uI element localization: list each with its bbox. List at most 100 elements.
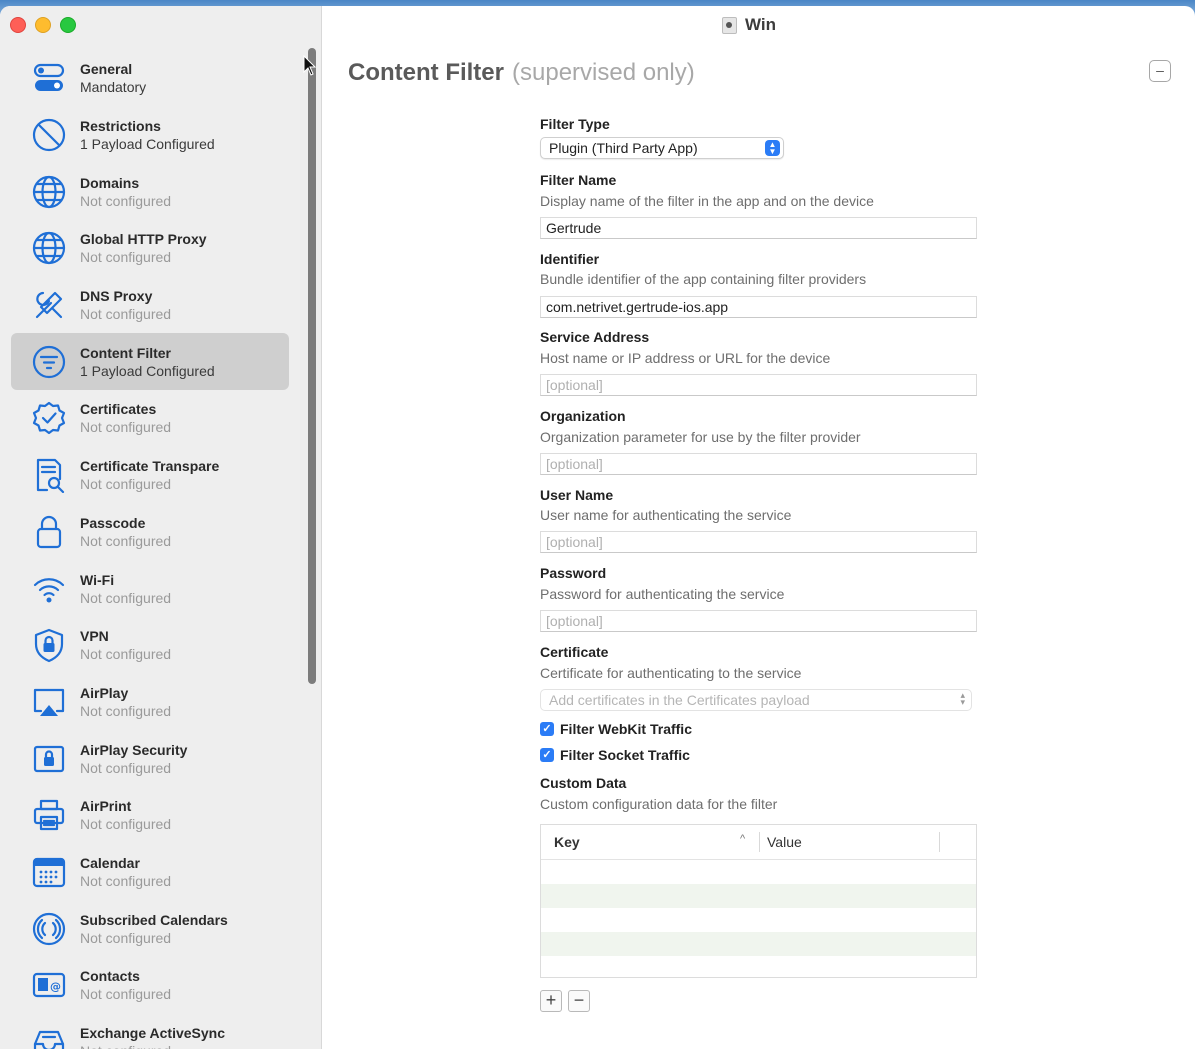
sidebar-item-domains[interactable]: Domains Not configured <box>0 163 306 220</box>
organization-description: Organization parameter for use by the fi… <box>540 429 861 445</box>
sidebar-item-status: Not configured <box>80 476 172 493</box>
sidebar-item-restrictions[interactable]: Restrictions 1 Payload Configured <box>0 107 306 164</box>
sidebar-item-passcode[interactable]: Passcode Not configured <box>0 504 306 561</box>
sidebar-item-status: Not configured <box>80 646 172 663</box>
sidebar-item-status: Not configured <box>80 249 172 266</box>
identifier-field[interactable]: com.netrivet.gertrude-ios.app <box>540 296 977 318</box>
sidebar-item-calendar[interactable]: Calendar Not configured <box>0 844 306 901</box>
sidebar-item-text: AirPlay Security Not configured <box>80 741 236 777</box>
sidebar-item-text: Domains Not configured <box>80 174 236 210</box>
user-name-field[interactable]: [optional] <box>540 531 977 553</box>
sidebar-item-text: Passcode Not configured <box>80 514 236 550</box>
tools-icon <box>29 285 69 325</box>
sidebar-item-content-filter[interactable]: Content Filter 1 Payload Configured <box>0 333 306 390</box>
checkmark-icon: ✓ <box>540 748 554 762</box>
filter-type-select[interactable]: Plugin (Third Party App) ▲ ▼ <box>540 137 784 159</box>
custom-data-description: Custom configuration data for the filter <box>540 796 778 812</box>
sidebar-item-text: Subscribed Calendars Not configured <box>80 911 236 947</box>
service-address-description: Host name or IP address or URL for the d… <box>540 350 831 366</box>
sidebar-item-text: AirPlay Not configured <box>80 684 236 720</box>
minimize-window-button[interactable] <box>35 17 51 33</box>
payload-list: General Mandatory Restrictions 1 Payload Co… <box>0 50 306 1049</box>
collapse-button[interactable]: – <box>1149 60 1171 82</box>
sidebar-item-vpn[interactable]: VPN Not configured <box>0 617 306 674</box>
filter-name-field[interactable]: Gertrude <box>540 217 977 239</box>
sidebar-item-label: Global HTTP Proxy <box>80 231 207 248</box>
sidebar-item-global-http-proxy[interactable]: Global HTTP Proxy Not configured <box>0 220 306 277</box>
sidebar-item-text: Global HTTP Proxy Not configured <box>80 230 236 266</box>
sidebar-item-airprint[interactable]: AirPrint Not configured <box>0 787 306 844</box>
sidebar-item-status: Not configured <box>80 702 172 719</box>
sidebar-item-label: Subscribed Calendars <box>80 911 228 928</box>
column-divider[interactable] <box>939 832 940 852</box>
sidebar-item-text: Wi-Fi Not configured <box>80 571 236 607</box>
contact-card-icon: @ <box>29 965 69 1005</box>
sidebar-item-exchange-activesync[interactable]: Exchange ActiveSyncNot configured <box>0 1014 306 1049</box>
filter-name-description: Display name of the filter in the app an… <box>540 193 874 209</box>
sidebar-item-dns-proxy[interactable]: DNS Proxy Not configured <box>0 277 306 334</box>
close-window-button[interactable] <box>10 17 26 33</box>
sidebar-item-label: Contacts <box>80 968 140 985</box>
airplay-lock-icon <box>29 739 69 779</box>
sidebar-item-wi-fi[interactable]: Wi-Fi Not configured <box>0 560 306 617</box>
sidebar-item-status: Not configured <box>80 192 172 209</box>
sidebar-item-status: Not configured <box>80 759 172 776</box>
sidebar-item-certificates[interactable]: Certificates Not configured <box>0 390 306 447</box>
sidebar-item-certificate-transpare[interactable]: Certificate Transpare Not configured <box>0 447 306 504</box>
custom-data-label: Custom Data <box>540 775 627 791</box>
organization-field[interactable]: [optional] <box>540 453 977 475</box>
certificate-select-value: Add certificates in the Certificates pay… <box>549 692 810 708</box>
content-pane: Content Filter (supervised only) – Filter… <box>322 44 1195 1049</box>
airplay-icon <box>29 682 69 722</box>
sidebar-item-status: 1 Payload Configured <box>80 136 215 153</box>
sidebar-item-airplay-security[interactable]: AirPlay Security Not configured <box>0 730 306 787</box>
password-field[interactable]: [optional] <box>540 610 977 632</box>
table-row <box>541 932 976 956</box>
globe-icon <box>29 172 69 212</box>
password-description: Password for authenticating the service <box>540 586 785 602</box>
sidebar-item-label: AirPrint <box>80 798 132 815</box>
scrollbar-thumb[interactable] <box>308 48 316 684</box>
broadcast-icon <box>29 909 69 949</box>
custom-data-table[interactable]: Key ^ Value <box>540 824 977 978</box>
add-row-button[interactable]: + <box>540 990 562 1012</box>
filter-name-label: Filter Name <box>540 172 617 188</box>
page-title-note: (supervised only) <box>512 59 695 86</box>
zoom-window-button[interactable] <box>60 17 76 33</box>
filter-webkit-checkbox[interactable]: ✓ Filter WebKit Traffic <box>540 721 692 737</box>
certificate-select[interactable]: Add certificates in the Certificates pay… <box>540 689 972 711</box>
column-header-value[interactable]: Value <box>767 834 802 850</box>
sidebar-item-label: AirPlay <box>80 684 129 701</box>
window-controls <box>10 17 76 33</box>
sidebar-item-airplay[interactable]: AirPlay Not configured <box>0 674 306 731</box>
sidebar-item-general[interactable]: General Mandatory <box>0 50 306 107</box>
wifi-icon <box>29 569 69 609</box>
sidebar-item-text: Content Filter 1 Payload Configured <box>80 344 236 380</box>
sidebar-item-status: Not configured <box>80 986 172 1003</box>
service-address-field[interactable]: [optional] <box>540 374 977 396</box>
shield-lock-icon <box>29 625 69 665</box>
svg-text:@: @ <box>50 980 61 993</box>
app-window: General Mandatory Restrictions 1 Payload Co… <box>0 6 1195 1049</box>
sidebar-item-subscribed-calendars[interactable]: Subscribed Calendars Not configured <box>0 900 306 957</box>
document-icon <box>722 16 737 34</box>
sidebar-item-label: Exchange ActiveSync <box>80 1025 225 1042</box>
sidebar-item-status: Mandatory <box>80 79 147 96</box>
title-bar: Win <box>322 6 1195 44</box>
tray-icon <box>29 1022 69 1049</box>
column-header-key[interactable]: Key <box>554 834 580 850</box>
filter-type-label: Filter Type <box>540 116 610 132</box>
remove-row-button[interactable]: − <box>568 990 590 1012</box>
filter-socket-checkbox[interactable]: ✓ Filter Socket Traffic <box>540 747 690 763</box>
sidebar-item-text: DNS Proxy Not configured <box>80 287 236 323</box>
sidebar-item-status: Not configured <box>80 419 172 436</box>
sidebar-item-text: General Mandatory <box>80 60 236 96</box>
table-row <box>541 908 976 932</box>
column-divider[interactable] <box>759 832 760 852</box>
sidebar-item-contacts[interactable]: @ Contacts Not configured <box>0 957 306 1014</box>
service-address-label: Service Address <box>540 329 650 345</box>
certificate-label: Certificate <box>540 644 609 660</box>
filter-webkit-label: Filter WebKit Traffic <box>560 721 692 737</box>
sidebar-scrollbar[interactable] <box>306 48 317 684</box>
sort-ascending-icon: ^ <box>740 833 746 845</box>
